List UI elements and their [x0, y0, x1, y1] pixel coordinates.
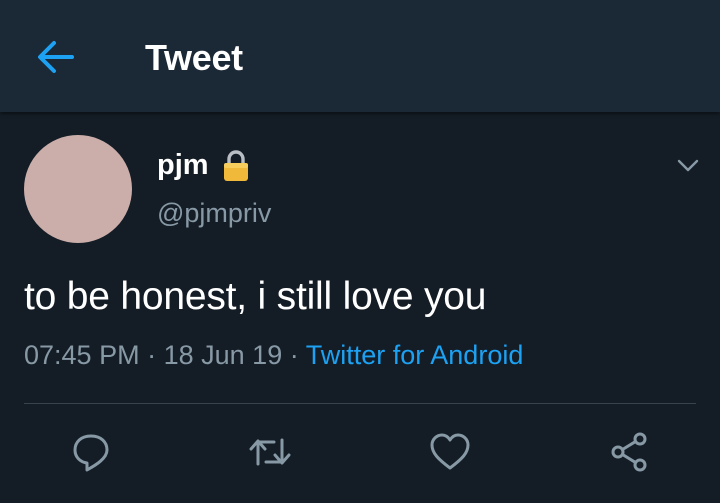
reply-icon [73, 434, 109, 472]
arrow-left-icon [38, 41, 74, 73]
lock-icon [223, 150, 248, 181]
page-title: Tweet [145, 37, 243, 78]
author-handle[interactable]: @pjmpriv [157, 198, 271, 229]
tweet-time: 07:45 PM [24, 340, 140, 370]
divider [24, 403, 696, 404]
avatar[interactable] [24, 135, 132, 243]
share-button[interactable] [606, 428, 654, 476]
author-display-name[interactable]: pjm [157, 149, 209, 182]
reply-button[interactable] [67, 428, 115, 476]
more-options-button[interactable] [673, 152, 703, 178]
meta-separator: · [147, 340, 157, 370]
author-name-row: pjm [157, 148, 251, 182]
tweet-date: 18 Jun 19 [163, 340, 283, 370]
tweet-text: to be honest, i still love you [24, 275, 487, 318]
retweet-button[interactable] [246, 428, 294, 476]
share-icon [611, 432, 647, 472]
heart-icon [430, 433, 470, 470]
chevron-down-icon [677, 159, 699, 172]
tweet-meta: 07:45 PM · 18 Jun 19 · Twitter for Andro… [24, 340, 523, 371]
tweet-source-link[interactable]: Twitter for Android [306, 340, 524, 370]
top-app-bar: Tweet [0, 0, 720, 112]
retweet-icon [249, 438, 291, 466]
back-button[interactable] [34, 38, 76, 76]
meta-separator: · [289, 340, 299, 370]
like-button[interactable] [426, 428, 474, 476]
